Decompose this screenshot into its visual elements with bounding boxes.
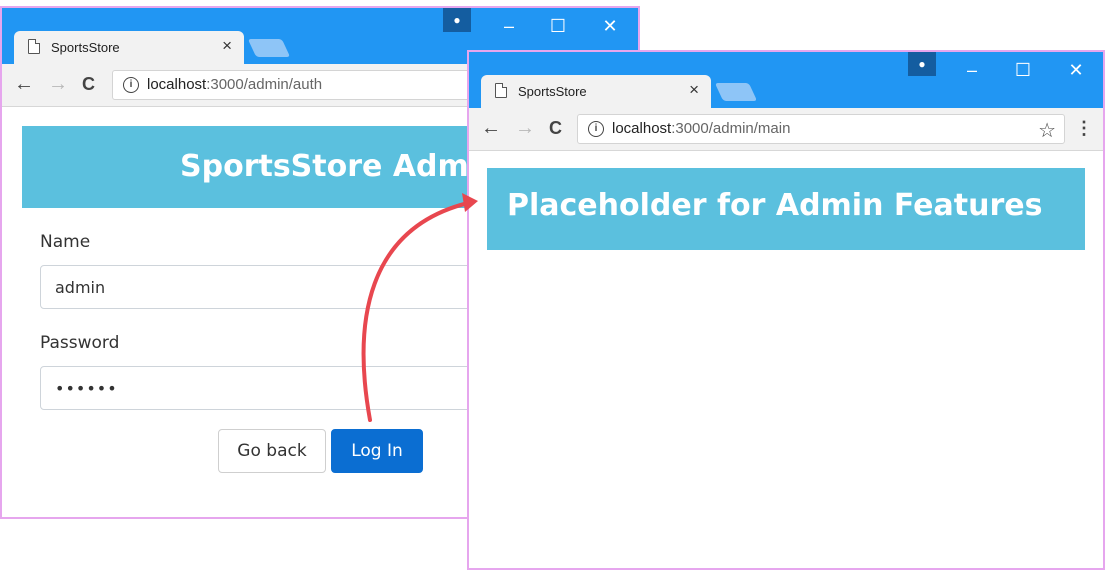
title-bar: SportsStore × ● – ☐ ✕ (469, 52, 1103, 108)
new-tab-button[interactable] (247, 39, 291, 57)
document-icon (28, 39, 40, 54)
menu-icon[interactable]: ⋮ (1075, 118, 1093, 139)
url-host: localhost (147, 76, 207, 93)
reload-icon[interactable]: C (82, 73, 95, 95)
info-icon[interactable]: i (588, 121, 604, 137)
close-tab-icon[interactable]: × (689, 81, 699, 98)
password-label: Password (40, 333, 120, 353)
maximize-button[interactable]: ☐ (534, 8, 582, 44)
browser-window-main: SportsStore × ● – ☐ ✕ ← → C i localhost:… (467, 50, 1105, 570)
minimize-button[interactable]: – (948, 52, 996, 88)
document-icon (495, 83, 507, 98)
profile-icon[interactable]: ● (443, 8, 471, 32)
tab-title: SportsStore (51, 40, 120, 55)
tab-title: SportsStore (518, 84, 587, 99)
info-icon[interactable]: i (123, 77, 139, 93)
maximize-button[interactable]: ☐ (999, 52, 1047, 88)
go-back-button[interactable]: Go back (218, 429, 326, 473)
browser-toolbar: ← → C i localhost:3000/admin/main ☆ ⋮ (469, 108, 1103, 151)
back-arrow-icon[interactable]: ← (14, 73, 34, 95)
placeholder-header: Placeholder for Admin Features (487, 168, 1085, 250)
url-text: localhost:3000/admin/main (612, 120, 790, 137)
address-bar[interactable]: i localhost:3000/admin/main ☆ (577, 114, 1065, 144)
url-path: :3000/admin/auth (206, 76, 323, 93)
forward-arrow-icon[interactable]: → (515, 117, 535, 139)
profile-icon[interactable]: ● (908, 52, 936, 76)
forward-arrow-icon[interactable]: → (48, 73, 68, 95)
close-window-button[interactable]: ✕ (1052, 52, 1100, 88)
new-tab-button[interactable] (714, 83, 758, 101)
back-arrow-icon[interactable]: ← (481, 117, 501, 139)
close-window-button[interactable]: ✕ (586, 8, 634, 44)
minimize-button[interactable]: – (485, 8, 533, 44)
url-text: localhost:3000/admin/auth (147, 76, 322, 93)
url-host: localhost (612, 120, 672, 137)
name-label: Name (40, 232, 91, 252)
close-tab-icon[interactable]: × (222, 37, 232, 54)
log-in-button[interactable]: Log In (331, 429, 423, 473)
tab-sportsstore[interactable]: SportsStore × (14, 31, 244, 64)
url-path: :3000/admin/main (671, 120, 791, 137)
bookmark-star-icon[interactable]: ☆ (1038, 118, 1056, 143)
reload-icon[interactable]: C (549, 117, 562, 139)
tab-sportsstore[interactable]: SportsStore × (481, 75, 711, 108)
